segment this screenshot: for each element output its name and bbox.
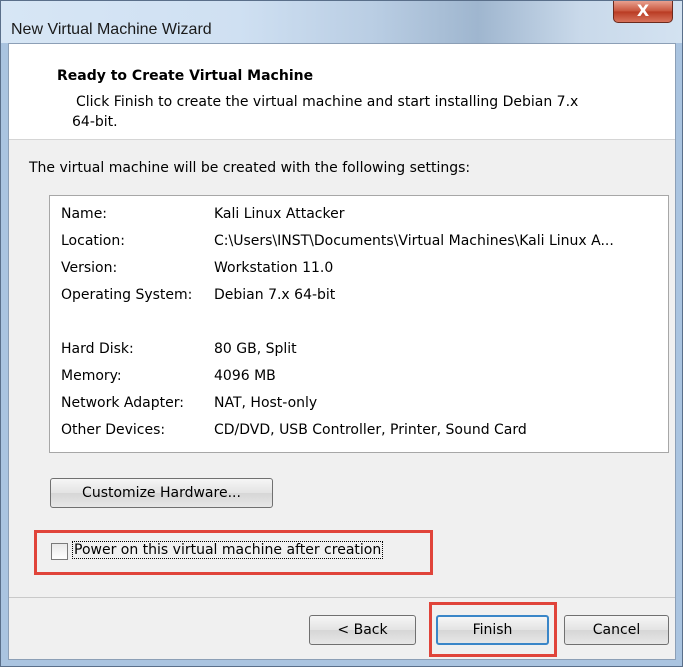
power-on-label[interactable]: Power on this virtual machine after crea… (71, 541, 384, 559)
page-description: Click Finish to create the virtual machi… (72, 92, 656, 132)
description-line-1: Click Finish to create the virtual machi… (76, 94, 579, 110)
setting-key: Location: (61, 233, 125, 249)
setting-value: Workstation 11.0 (214, 260, 334, 276)
power-on-checkbox[interactable] (51, 543, 68, 560)
wizard-window: New Virtual Machine Wizard X Ready to Cr… (0, 0, 683, 667)
footer-divider (9, 597, 675, 598)
setting-key: Memory: (61, 368, 122, 384)
setting-key: Operating System: (61, 287, 193, 303)
setting-key: Version: (61, 260, 118, 276)
setting-key: Other Devices: (61, 422, 166, 438)
setting-value: CD/DVD, USB Controller, Printer, Sound C… (214, 422, 527, 438)
setting-value: 80 GB, Split (214, 341, 297, 357)
finish-button[interactable]: Finish (436, 615, 549, 645)
setting-value: Debian 7.x 64-bit (214, 287, 336, 303)
setting-value: Kali Linux Attacker (214, 206, 345, 222)
title-bar[interactable]: New Virtual Machine Wizard X (1, 1, 682, 43)
page-title: Ready to Create Virtual Machine (57, 68, 314, 84)
wizard-header: Ready to Create Virtual Machine Click Fi… (9, 44, 675, 140)
window-title: New Virtual Machine Wizard (11, 21, 212, 38)
setting-key: Network Adapter: (61, 395, 184, 411)
customize-hardware-button[interactable]: Customize Hardware... (50, 478, 273, 508)
description-line-2: 64-bit. (72, 114, 118, 130)
setting-key: Hard Disk: (61, 341, 134, 357)
settings-summary-box: Name: Kali Linux Attacker Location: C:\U… (49, 195, 669, 453)
back-button[interactable]: < Back (309, 615, 416, 645)
wizard-client-area: Ready to Create Virtual Machine Click Fi… (8, 43, 676, 660)
close-button[interactable]: X (613, 1, 673, 23)
setting-value: 4096 MB (214, 368, 276, 384)
settings-intro-text: The virtual machine will be created with… (29, 160, 471, 176)
setting-key: Name: (61, 206, 108, 222)
setting-value: NAT, Host-only (214, 395, 318, 411)
cancel-button[interactable]: Cancel (564, 615, 669, 645)
setting-value: C:\Users\INST\Documents\Virtual Machines… (214, 233, 614, 249)
